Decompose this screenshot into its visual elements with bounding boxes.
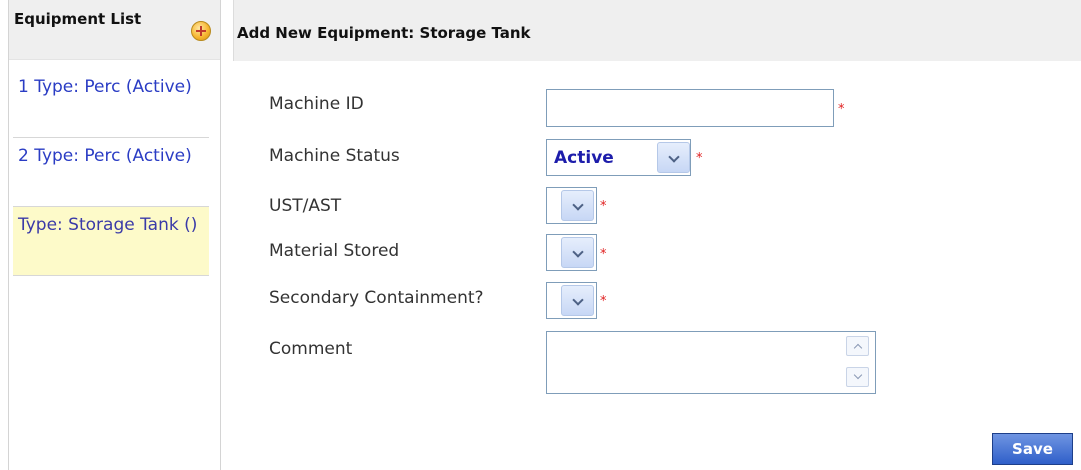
ust-ast-select[interactable]	[546, 187, 597, 224]
material-stored-select[interactable]	[546, 234, 597, 271]
comment-textarea[interactable]	[546, 331, 876, 394]
add-equipment-icon[interactable]	[191, 21, 211, 41]
equipment-list-header: Equipment List	[9, 0, 220, 60]
chevron-down-icon[interactable]	[561, 285, 594, 316]
equipment-list-title: Equipment List	[14, 10, 142, 28]
machine-id-input[interactable]	[546, 89, 834, 127]
machine-status-select[interactable]: Active	[546, 139, 691, 176]
machine-status-value: Active	[554, 148, 614, 168]
required-marker: *	[600, 199, 607, 214]
material-stored-label: Material Stored	[269, 241, 400, 261]
form-header: Add New Equipment: Storage Tank	[233, 0, 1081, 61]
equipment-list-item[interactable]: 2 Type: Perc (Active)	[13, 138, 209, 207]
equipment-list-panel: Equipment List 1 Type: Perc (Active) 2 T…	[8, 0, 221, 470]
chevron-down-icon[interactable]	[561, 237, 594, 268]
equipment-list-item-selected[interactable]: Type: Storage Tank ()	[13, 207, 209, 276]
required-marker: *	[600, 247, 607, 262]
form-title: Add New Equipment: Storage Tank	[237, 24, 531, 42]
secondary-containment-label: Secondary Containment?	[269, 288, 484, 308]
machine-status-label: Machine Status	[269, 146, 400, 166]
required-marker: *	[696, 151, 703, 166]
required-marker: *	[838, 102, 845, 117]
scroll-up-icon[interactable]	[846, 336, 869, 356]
chevron-down-icon[interactable]	[657, 142, 690, 173]
ust-ast-label: UST/AST	[269, 196, 342, 216]
save-button[interactable]: Save	[992, 433, 1073, 465]
machine-id-label: Machine ID	[269, 94, 364, 114]
chevron-down-icon[interactable]	[561, 190, 594, 221]
secondary-containment-select[interactable]	[546, 282, 597, 319]
required-marker: *	[600, 294, 607, 309]
comment-label: Comment	[269, 339, 353, 359]
scroll-down-icon[interactable]	[846, 367, 869, 387]
equipment-list-item[interactable]: 1 Type: Perc (Active)	[13, 69, 209, 138]
